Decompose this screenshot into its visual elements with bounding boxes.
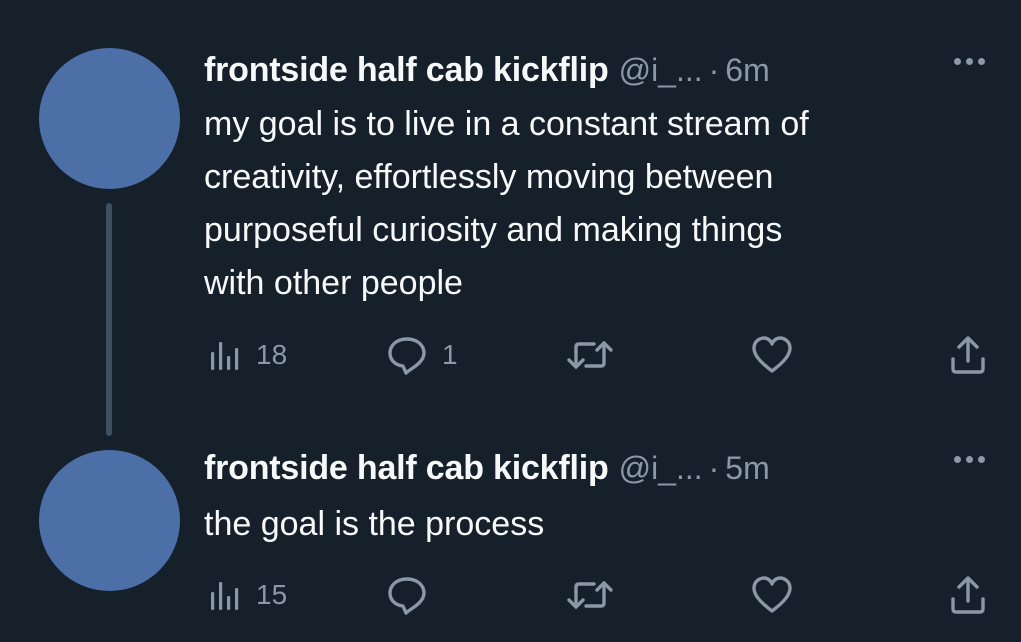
share-icon	[951, 336, 985, 374]
tweet[interactable]: frontside half cab kickflip @i_... · 6m …	[0, 0, 1021, 440]
reply-count: 1	[442, 339, 458, 370]
reply-button[interactable]: 1	[386, 335, 458, 375]
retweet-button[interactable]	[566, 575, 628, 615]
tweet-text-line: the goal is the process	[204, 505, 545, 543]
bar-chart-icon	[211, 342, 239, 370]
share-icon	[951, 576, 985, 614]
thread-connector-line	[106, 203, 112, 436]
like-button[interactable]	[750, 575, 808, 615]
more-dots-icon[interactable]	[954, 456, 985, 463]
views-count: 18	[256, 339, 288, 370]
retweet-icon	[567, 341, 613, 369]
like-button[interactable]	[750, 335, 808, 375]
tweet-actions: 18 1	[204, 335, 994, 375]
separator-dot: ·	[708, 51, 720, 88]
heart-icon	[752, 576, 792, 613]
share-button[interactable]	[948, 575, 988, 615]
timestamp[interactable]: 5m	[725, 450, 769, 487]
avatar[interactable]	[39, 48, 180, 189]
speech-bubble-icon	[388, 337, 426, 375]
tweet-text: the goal is the process	[204, 498, 984, 551]
views-button[interactable]: 15	[208, 575, 287, 615]
heart-icon	[752, 336, 792, 373]
tweet-text: my goal is to live in a constant stream …	[204, 98, 984, 310]
bar-chart-icon	[211, 582, 239, 610]
tweet-header: frontside half cab kickflip @i_... · 5m	[204, 446, 991, 490]
timestamp[interactable]: 6m	[725, 52, 769, 89]
views-count: 15	[256, 579, 288, 610]
user-handle[interactable]: @i_...	[619, 52, 703, 89]
tweet-header: frontside half cab kickflip @i_... · 6m	[204, 48, 991, 92]
retweet-icon	[567, 581, 613, 609]
speech-bubble-icon	[388, 577, 426, 615]
user-handle[interactable]: @i_...	[619, 450, 703, 487]
avatar[interactable]	[39, 450, 180, 591]
tweet-text-line: creativity, effortlessly moving between	[204, 158, 774, 196]
tweet-actions: 15	[204, 575, 994, 615]
tweet-text-line: with other people	[204, 264, 463, 302]
tweet-text-line: purposeful curiosity and making things	[204, 211, 783, 249]
reply-button[interactable]	[386, 575, 442, 615]
display-name[interactable]: frontside half cab kickflip	[204, 449, 609, 488]
tweet-text-line: my goal is to live in a constant stream …	[204, 105, 809, 143]
views-button[interactable]: 18	[208, 335, 287, 375]
share-button[interactable]	[948, 335, 988, 375]
display-name[interactable]: frontside half cab kickflip	[204, 51, 609, 90]
more-dots-icon[interactable]	[954, 58, 985, 65]
tweet[interactable]: frontside half cab kickflip @i_... · 5m …	[0, 440, 1021, 642]
retweet-button[interactable]	[566, 335, 628, 375]
separator-dot: ·	[708, 449, 720, 486]
